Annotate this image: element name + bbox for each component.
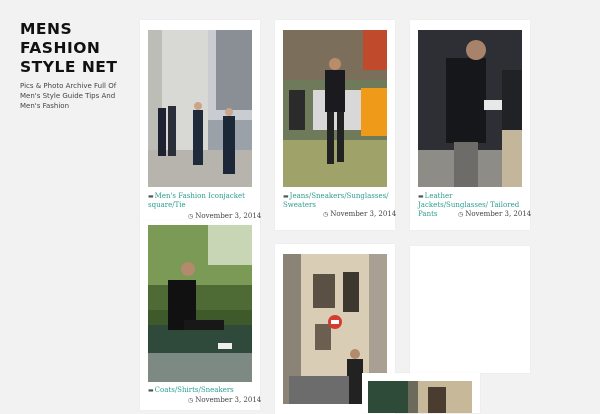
category-links[interactable]: Men's Fashion Iconjacket square/Tie: [148, 192, 245, 209]
post-photo[interactable]: [368, 381, 472, 413]
post-card[interactable]: ▬Leather Jackets/Sunglasses/ Tailored Pa…: [410, 20, 531, 230]
folder-icon: ▬: [148, 193, 154, 200]
post-card[interactable]: [410, 246, 530, 373]
post-date-text: November 3, 2014: [465, 210, 532, 218]
post-photo[interactable]: [283, 30, 387, 187]
clock-icon: ◷: [458, 211, 464, 218]
post-date: ◷ November 3, 2014: [188, 212, 261, 220]
site-title[interactable]: MENS FASHION STYLE NET: [20, 20, 130, 77]
post-photo[interactable]: [418, 30, 522, 187]
post-categories: ▬Jeans/Sneakers/Sunglasses/ Sweaters: [283, 192, 389, 210]
post-date-text: November 3, 2014: [195, 212, 262, 220]
category-links[interactable]: Jeans/Sneakers/Sunglasses/ Sweaters: [283, 192, 389, 209]
site-description: Pics & Photo Archive Full Of Men's Style…: [20, 82, 117, 110]
post-date: ◷ November 3, 2014: [458, 210, 531, 218]
post-card[interactable]: ▬Men's Fashion Iconjacket square/Tie ◷ No…: [140, 20, 261, 230]
post-date-text: November 3, 2014: [195, 396, 262, 404]
clock-icon: ◷: [188, 397, 194, 404]
folder-icon: ▬: [418, 193, 424, 200]
post-card[interactable]: [362, 373, 480, 413]
folder-icon: ▬: [148, 387, 154, 394]
post-categories: ▬Coats/Shirts/Sneakers: [148, 386, 253, 395]
post-photo[interactable]: [148, 225, 252, 382]
post-categories: ▬Men's Fashion Iconjacket square/Tie: [148, 192, 248, 210]
clock-icon: ◷: [188, 213, 194, 220]
post-date-text: November 3, 2014: [330, 210, 397, 218]
post-photo[interactable]: [148, 30, 252, 187]
post-date: ◷ November 3, 2014: [323, 210, 396, 218]
clock-icon: ◷: [323, 211, 329, 218]
post-date: ◷ November 3, 2014: [188, 396, 261, 404]
post-card[interactable]: ▬Coats/Shirts/Sneakers ◷ November 3, 2014: [140, 220, 261, 410]
folder-icon: ▬: [283, 193, 289, 200]
category-links[interactable]: Coats/Shirts/Sneakers: [155, 386, 234, 394]
post-card[interactable]: ▬Jeans/Sneakers/Sunglasses/ Sweaters ◷ No…: [275, 20, 396, 230]
